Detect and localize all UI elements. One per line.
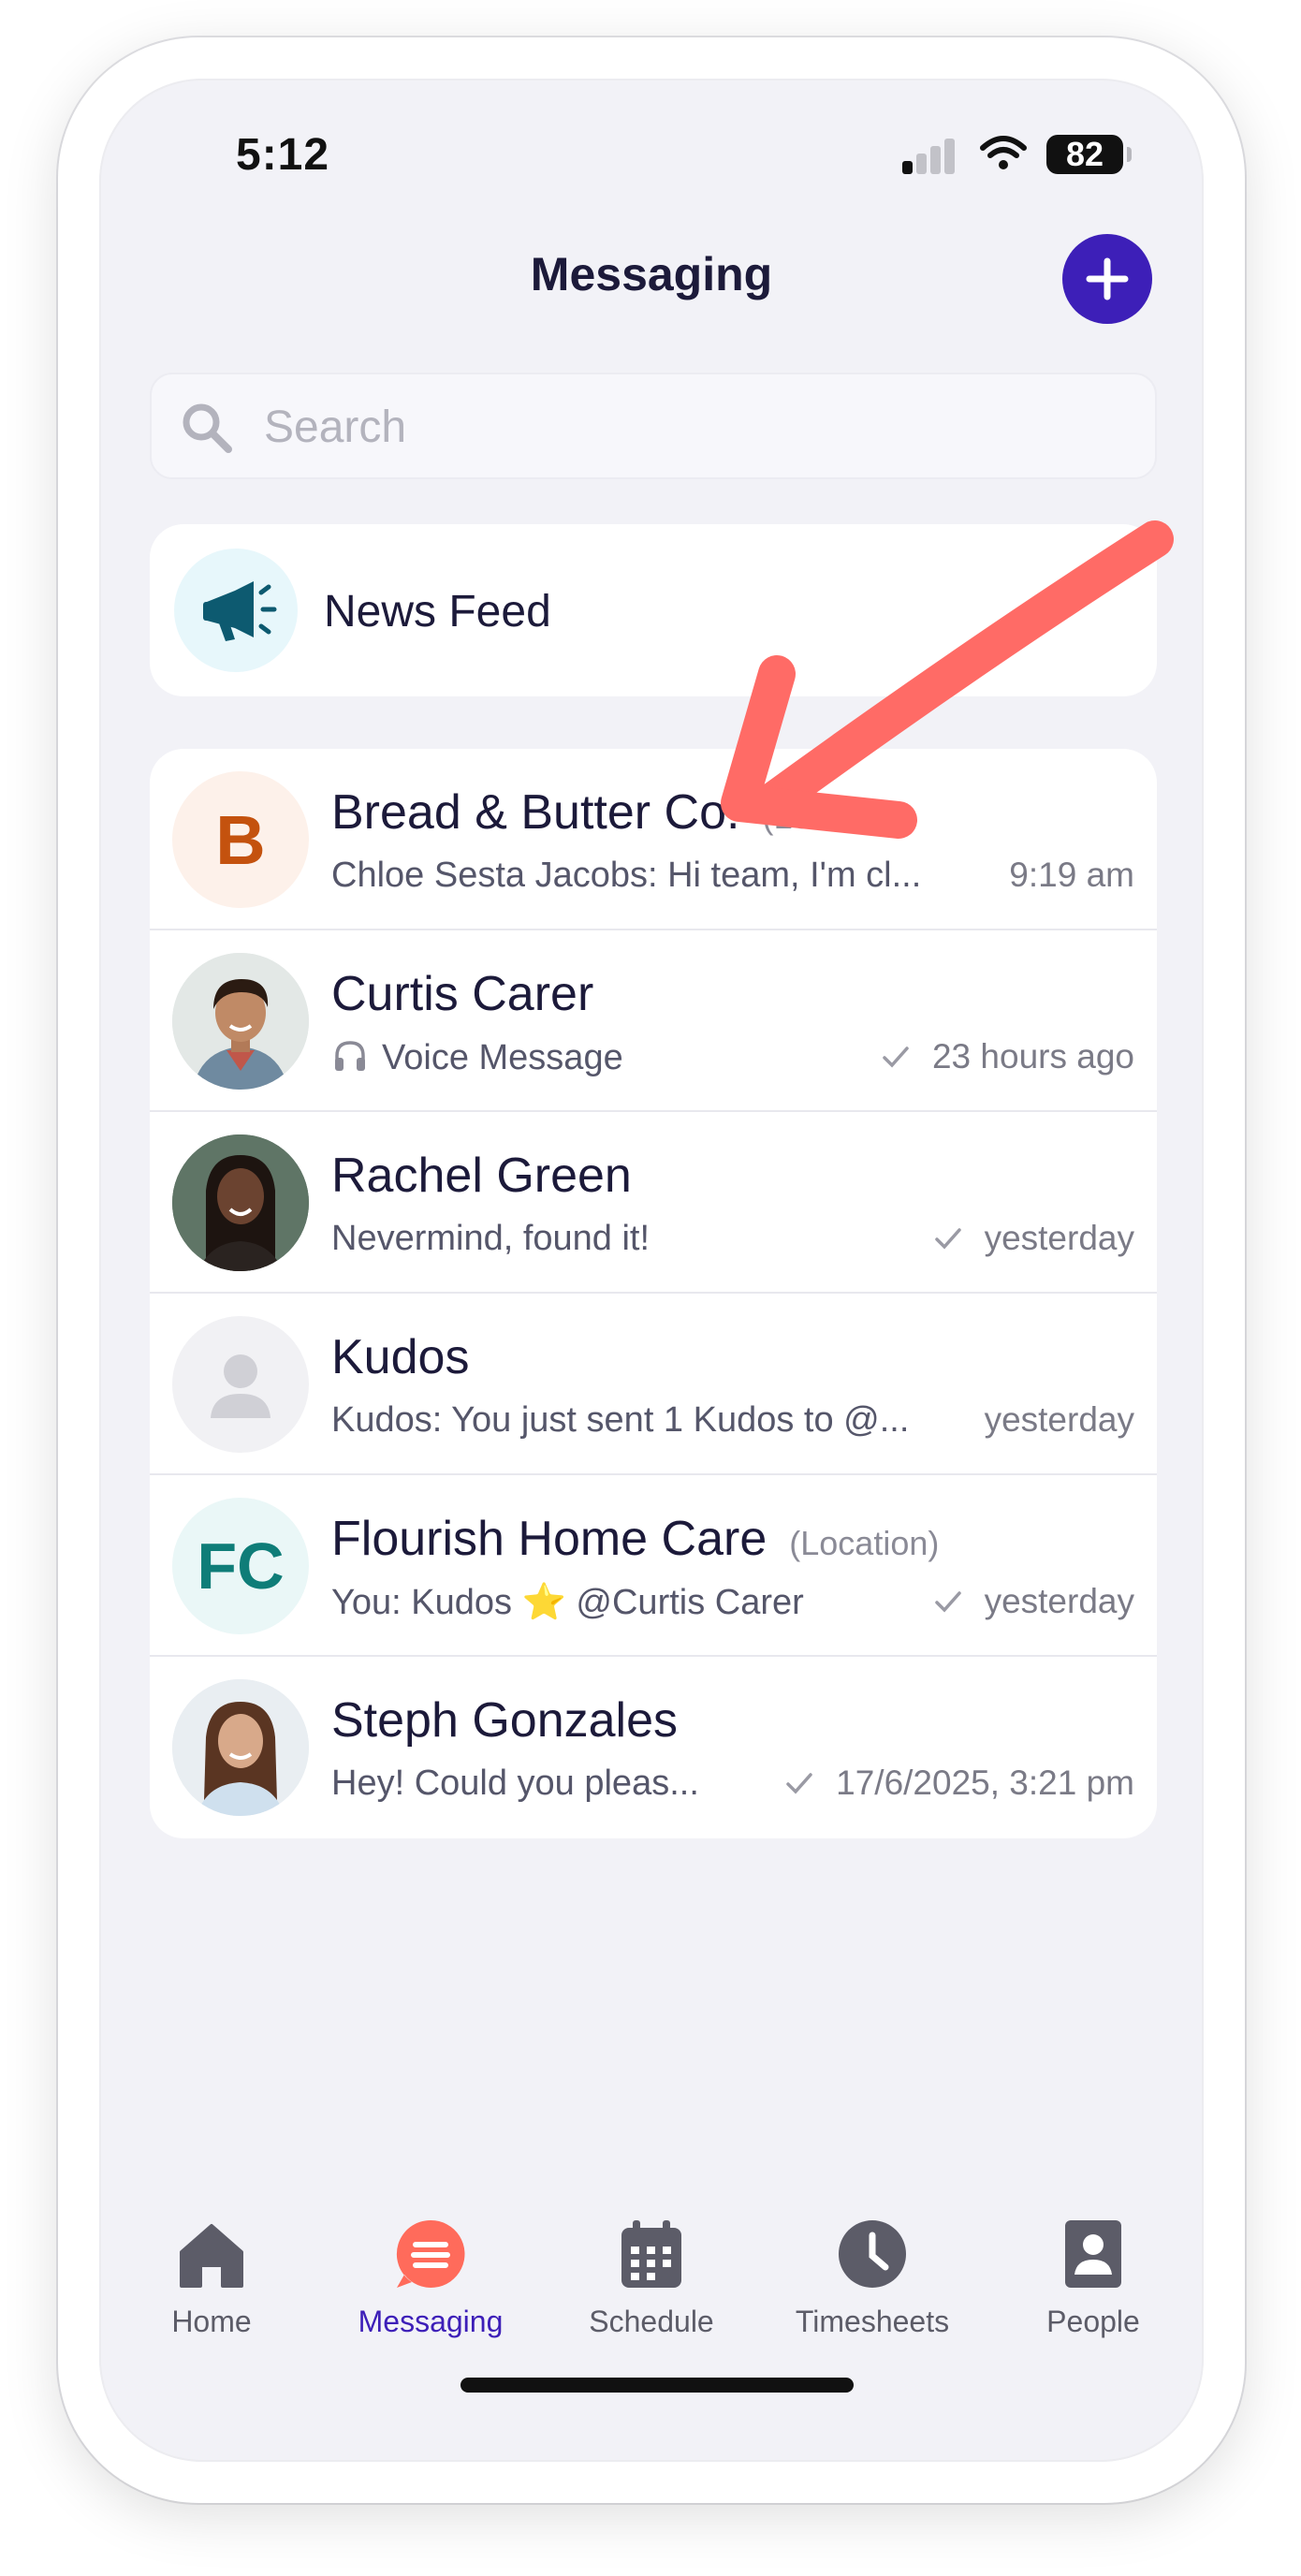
message-preview-text: Voice Message [382, 1038, 623, 1077]
clock-icon [839, 2220, 906, 2288]
avatar-initials: B [215, 800, 266, 879]
location-tag: (Location) [789, 1524, 940, 1562]
message-time: yesterday [934, 1582, 1134, 1621]
plus-icon [1086, 257, 1129, 300]
avatar: FC [172, 1498, 309, 1634]
app-screen: 5:12 82 Messaging Search News Feed B Bre… [99, 79, 1204, 2462]
message-time: 23 hours ago [882, 1037, 1134, 1076]
avatar-initials: FC [197, 1530, 285, 1603]
megaphone-icon [203, 581, 277, 641]
location-tag: (Location) [762, 798, 913, 836]
timestamp: 17/6/2025, 3:21 pm [836, 1764, 1134, 1802]
conversation-row-kudos[interactable]: Kudos Kudos: You just sent 1 Kudos to @.… [150, 1294, 1157, 1475]
conversation-name: Steph Gonzales [331, 1693, 679, 1748]
message-preview: Nevermind, found it! [331, 1219, 650, 1258]
conversation-list: B Bread & Butter Co. (Location) Chloe Ses… [150, 749, 1157, 1838]
read-check-icon [786, 1773, 812, 1794]
read-check-icon [883, 1046, 909, 1068]
read-check-icon [934, 1228, 961, 1250]
tab-label: Timesheets [795, 2305, 950, 2338]
home-icon [180, 2224, 243, 2288]
message-time: yesterday [985, 1400, 1134, 1440]
timestamp: yesterday [984, 1219, 1134, 1257]
search-bar[interactable] [150, 373, 1157, 479]
timestamp: 23 hours ago [931, 1037, 1134, 1076]
chat-icon [396, 2219, 465, 2288]
message-time: 17/6/2025, 3:21 pm [785, 1764, 1134, 1803]
conversation-row-steph-gonzales[interactable]: Steph Gonzales Hey! Could you pleas... 1… [150, 1657, 1157, 1838]
conversation-name: Bread & Butter Co. (Location) [331, 784, 913, 841]
wifi-icon [980, 136, 1027, 169]
timestamp: 9:19 am [1009, 856, 1134, 894]
conversation-name: Rachel Green [331, 1149, 632, 1203]
conversation-row-bread-butter[interactable]: B Bread & Butter Co. (Location) Chloe Ses… [150, 749, 1157, 930]
message-preview: Kudos: You just sent 1 Kudos to @... [331, 1400, 910, 1440]
tab-label: Messaging [358, 2305, 504, 2338]
conversation-row-rachel-green[interactable]: Rachel Green Nevermind, found it! yester… [150, 1112, 1157, 1294]
bottom-tab-bar: Home Messaging Schedule Timesheets Peopl… [99, 2217, 1204, 2385]
message-preview: Voice Message [331, 1037, 623, 1078]
avatar [172, 1316, 309, 1453]
conversation-title: Bread & Butter Co. [331, 785, 740, 840]
tab-label: Home [171, 2305, 252, 2338]
conversation-name: Flourish Home Care (Location) [331, 1511, 939, 1567]
battery-indicator: 82 [1046, 135, 1132, 174]
contacts-icon [1065, 2220, 1121, 2288]
default-person-icon [211, 1354, 270, 1418]
conversation-row-curtis-carer[interactable]: Curtis Carer Voice Message 23 hours ago [150, 930, 1157, 1112]
read-check-icon [934, 1591, 961, 1613]
conversation-name: Kudos [331, 1330, 470, 1384]
search-icon [183, 403, 232, 453]
cellular-signal-icon [902, 137, 957, 174]
conversation-row-flourish-home-care[interactable]: FC Flourish Home Care (Location) You: Kud… [150, 1475, 1157, 1657]
new-message-button[interactable] [1062, 234, 1152, 324]
person-photo-icon [172, 953, 309, 1090]
message-preview: You: Kudos ⭐ @Curtis Carer [331, 1583, 804, 1622]
avatar [172, 1679, 309, 1816]
news-feed-avatar [174, 549, 298, 672]
home-indicator [460, 2378, 854, 2393]
tab-timesheets[interactable]: Timesheets [779, 2217, 966, 2339]
tab-label: Schedule [589, 2305, 714, 2338]
message-time: yesterday [934, 1219, 1134, 1258]
calendar-icon [621, 2220, 681, 2288]
tab-people[interactable]: People [1000, 2217, 1187, 2339]
message-preview: Hey! Could you pleas... [331, 1764, 699, 1803]
timestamp: yesterday [984, 1400, 1134, 1439]
news-feed-item[interactable]: News Feed [150, 524, 1157, 696]
tab-home[interactable]: Home [118, 2217, 305, 2339]
search-input[interactable] [262, 393, 1108, 461]
conversation-name: Curtis Carer [331, 967, 594, 1021]
battery-level: 82 [1065, 135, 1104, 173]
status-time: 5:12 [236, 130, 330, 180]
news-feed-label: News Feed [324, 587, 551, 637]
headphones-icon [335, 1041, 365, 1071]
person-photo-icon [172, 1679, 309, 1816]
tab-label: People [1046, 2305, 1140, 2338]
message-time: 9:19 am [1009, 856, 1134, 895]
avatar [172, 953, 309, 1090]
person-photo-icon [172, 1134, 309, 1271]
conversation-title: Flourish Home Care [331, 1512, 767, 1566]
message-preview: Chloe Sesta Jacobs: Hi team, I'm cl... [331, 856, 922, 895]
tab-schedule[interactable]: Schedule [558, 2217, 745, 2339]
tab-messaging[interactable]: Messaging [337, 2217, 524, 2339]
page-title: Messaging [530, 248, 773, 300]
avatar [172, 1134, 309, 1271]
avatar: B [172, 771, 309, 908]
timestamp: yesterday [984, 1582, 1134, 1620]
